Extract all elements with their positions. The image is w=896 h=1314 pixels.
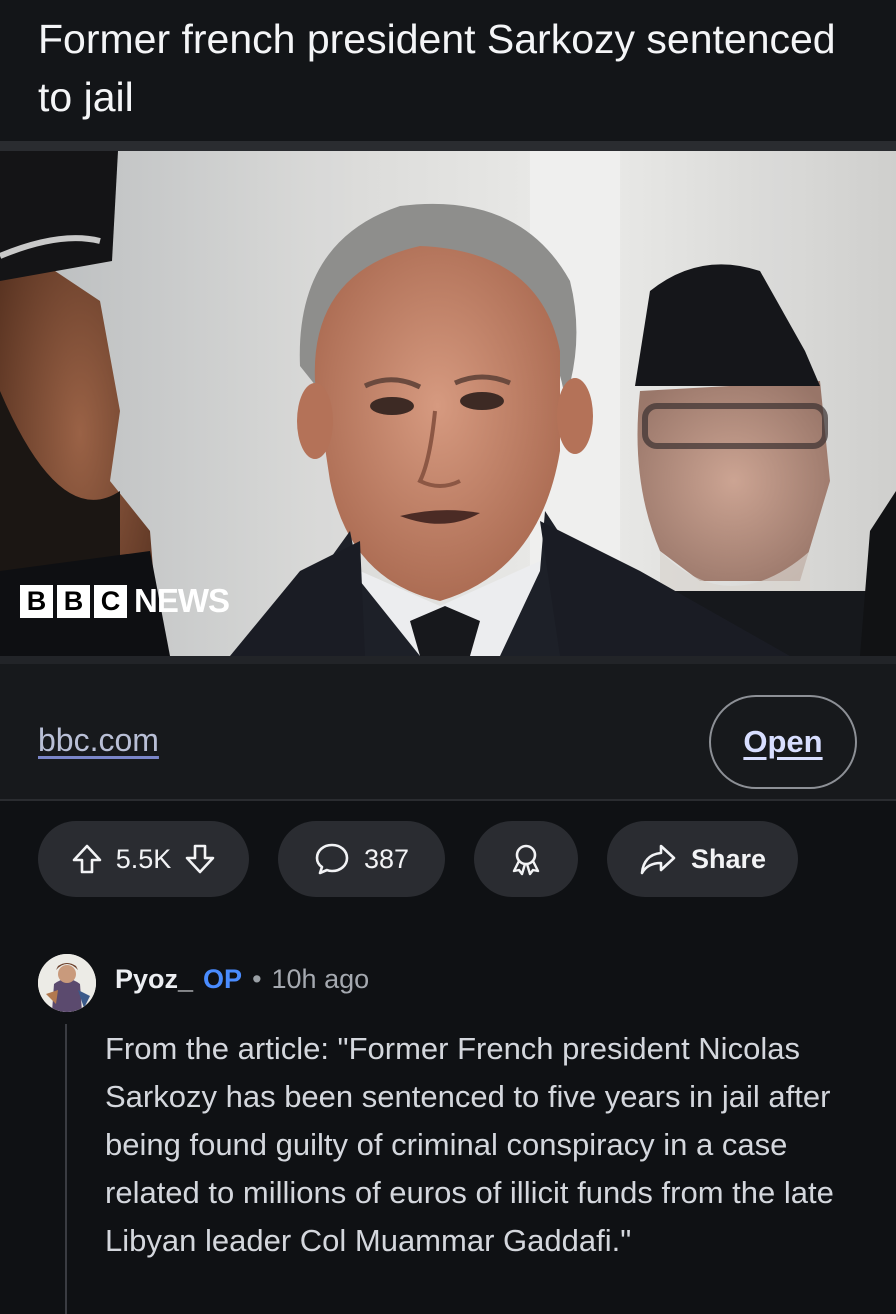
link-domain[interactable]: bbc.com [38,722,159,759]
comment-meta: Pyoz_ OP • 10h ago [115,964,369,995]
bbc-news-logo: B B C NEWS [20,582,230,620]
vote-control: 5.5K [38,821,249,897]
comments-button[interactable]: 387 [278,821,445,897]
comment-author[interactable]: Pyoz_ [115,964,193,995]
meta-separator: • [252,964,262,994]
share-button[interactable]: Share [607,821,798,897]
arrow-up-icon[interactable] [70,842,104,876]
speech-bubble-icon [314,841,350,877]
award-button[interactable] [474,821,578,897]
comment-text: From the article: "Former French preside… [105,1031,834,1258]
comment-time: 10h ago [271,964,370,994]
comment-header: Pyoz_ OP • 10h ago [38,954,878,1014]
vote-count: 5.5K [115,843,172,874]
share-label: Share [690,843,767,874]
logo-block: B [57,584,90,618]
divider [0,141,896,151]
logo-block: C [94,584,127,618]
link-preview-bar: bbc.com Open [0,656,896,800]
award-ribbon-icon [508,841,544,877]
logo-news-text: NEWS [134,582,230,619]
post-title: Former french president Sarkozy sentence… [38,16,836,120]
avatar[interactable] [38,954,96,1012]
logo-block: B [20,584,53,618]
thread-line[interactable] [65,1024,67,1314]
news-photo [0,151,896,656]
op-badge: OP [203,964,243,994]
comment-count: 387 [363,843,410,874]
share-arrow-icon [639,842,677,876]
post-header: Former french president Sarkozy sentence… [0,0,896,142]
divider [0,799,896,801]
arrow-down-icon[interactable] [183,842,217,876]
open-link-button[interactable]: Open [709,695,857,789]
post-image[interactable] [0,151,896,656]
